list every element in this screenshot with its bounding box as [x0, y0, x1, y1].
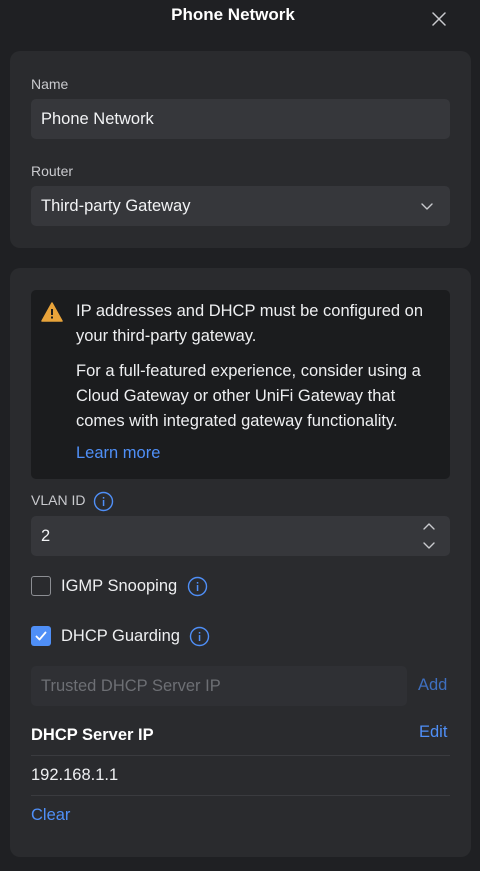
name-label: Name [31, 76, 69, 92]
igmp-snooping-label: IGMP Snooping [61, 577, 178, 595]
router-label: Router [31, 163, 74, 179]
alert-message: IP addresses and DHCP must be configured… [76, 302, 424, 345]
divider [31, 795, 450, 796]
edit-button[interactable]: Edit [419, 723, 447, 742]
panel-header: Phone Network [0, 0, 480, 36]
dhcp-server-ip-value: 192.168.1.1 [31, 766, 119, 784]
divider [31, 755, 450, 756]
close-button[interactable] [428, 8, 450, 30]
checkmark-icon [35, 631, 47, 641]
close-icon [432, 12, 446, 26]
add-button[interactable]: Add [418, 676, 447, 695]
info-icon[interactable] [187, 576, 208, 597]
name-field[interactable]: Phone Network [31, 99, 450, 139]
clear-button[interactable]: Clear [31, 806, 70, 825]
learn-more-link[interactable]: Learn more [76, 444, 160, 463]
vlan-id-value: 2 [41, 526, 51, 545]
trusted-dhcp-server-ip-input[interactable] [31, 666, 407, 706]
vlan-id-field[interactable]: 2 [31, 516, 450, 556]
dhcp-server-ip-title: DHCP Server IP [31, 726, 154, 744]
router-select[interactable]: Third-party Gateway [31, 186, 450, 226]
stepper-icon[interactable] [422, 520, 436, 552]
router-value: Third-party Gateway [41, 196, 191, 215]
alert-recommendation: For a full-featured experience, consider… [76, 362, 421, 430]
info-icon[interactable] [189, 626, 210, 647]
vlan-id-label: VLAN ID [31, 492, 86, 508]
dhcp-guarding-checkbox[interactable] [31, 626, 51, 646]
gateway-warning-alert: IP addresses and DHCP must be configured… [31, 290, 450, 479]
chevron-down-icon [421, 203, 433, 210]
panel-title: Phone Network [171, 5, 295, 24]
dhcp-guarding-label: DHCP Guarding [61, 627, 180, 645]
igmp-snooping-checkbox[interactable] [31, 576, 51, 596]
name-value: Phone Network [41, 109, 154, 128]
warning-icon [41, 302, 63, 322]
info-icon[interactable] [93, 491, 114, 512]
